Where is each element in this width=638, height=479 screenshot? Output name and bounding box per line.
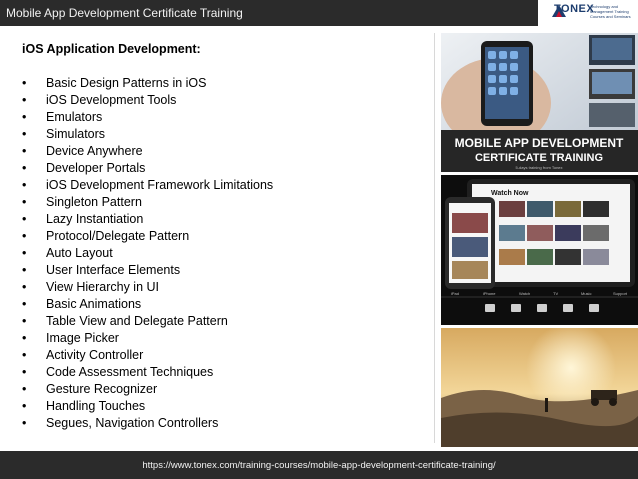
bullet-icon: • (22, 161, 27, 175)
bullet-icon: • (22, 382, 27, 396)
tv-tab-ipad: iPad (451, 291, 459, 296)
bullet-icon: • (22, 229, 27, 243)
topic-label: Basic Design Patterns in iOS (46, 76, 207, 90)
bullet-icon: • (22, 144, 27, 158)
bullet-icon: • (22, 212, 27, 226)
phone-photo: MOBILE APP DEVELOPMENT CERTIFICATE TRAIN… (441, 33, 638, 172)
bullet-icon: • (22, 263, 27, 277)
divider (434, 33, 435, 443)
tv-tab-watch: Watch (519, 291, 530, 296)
bullet-icon: • (22, 399, 27, 413)
banner-line-3: 5-days training from Tonex (515, 165, 562, 170)
bullet-icon: • (22, 331, 27, 345)
bullet-icon: • (22, 93, 27, 107)
tv-tab-iphone: iPhone (483, 291, 496, 296)
banner-line-2: CERTIFICATE TRAINING (475, 152, 603, 164)
image-collage: MOBILE APP DEVELOPMENT CERTIFICATE TRAIN… (441, 33, 638, 447)
bullet-icon: • (22, 127, 27, 141)
bullet-icon: • (22, 365, 27, 379)
logo-name: TONEX (554, 3, 595, 15)
topic-label: Image Picker (46, 331, 119, 345)
slide-title: Mobile App Development Certificate Train… (6, 6, 243, 20)
phone-photo-art: MOBILE APP DEVELOPMENT CERTIFICATE TRAIN… (441, 33, 638, 172)
topic-label: Activity Controller (46, 348, 144, 362)
desert-photo (441, 328, 638, 447)
bullet-icon: • (22, 416, 27, 430)
bullet-icon: • (22, 246, 27, 260)
topic-label: Code Assessment Techniques (46, 365, 214, 379)
topic-label: Basic Animations (46, 297, 142, 311)
banner-line-1: MOBILE APP DEVELOPMENT (455, 136, 624, 150)
tv-tab-music: Music (581, 291, 591, 296)
tonex-logo: TONEX Technology and Management Training… (538, 0, 638, 26)
topic-label: Handling Touches (46, 399, 146, 413)
topic-label: Device Anywhere (46, 144, 143, 158)
bullet-icon: • (22, 314, 27, 328)
topic-label: Emulators (46, 110, 103, 124)
topic-label: Table View and Delegate Pattern (46, 314, 228, 328)
topic-label: iOS Development Framework Limitations (46, 178, 274, 192)
topic-label: Protocol/Delegate Pattern (46, 229, 190, 243)
bullet-icon: • (22, 76, 27, 90)
footer-url[interactable]: https://www.tonex.com/training-courses/m… (0, 460, 638, 471)
bullet-icon: • (22, 178, 27, 192)
topic-label: Lazy Instantiation (46, 212, 144, 226)
topic-label: Developer Portals (46, 161, 146, 175)
bullet-icon: • (22, 280, 27, 294)
section-heading: iOS Application Development: (22, 42, 201, 56)
tv-app-title: Watch Now (491, 190, 529, 197)
top-bar: Mobile App Development Certificate Train… (0, 0, 638, 26)
tv-tab-support: Support (613, 291, 628, 296)
topic-label: Auto Layout (46, 246, 113, 260)
logo-tagline: Technology and Management Training Cours… (590, 4, 631, 19)
topic-label: User Interface Elements (46, 263, 181, 277)
tv-tab-tv: TV (553, 291, 558, 296)
bullet-icon: • (22, 297, 27, 311)
bottom-bar: https://www.tonex.com/training-courses/m… (0, 451, 638, 479)
topic-label: Simulators (46, 127, 106, 141)
topic-label: View Hierarchy in UI (46, 280, 160, 294)
desert-photo-art (441, 328, 638, 447)
tv-app-photo: Watch Now iPad iPhone Watch TV Music Sup… (441, 175, 638, 325)
bullet-icon: • (22, 110, 27, 124)
topic-label: Gesture Recognizer (46, 382, 158, 396)
bullet-icon: • (22, 348, 27, 362)
tv-app-art: Watch Now iPad iPhone Watch TV Music Sup… (441, 175, 638, 325)
topic-label: Singleton Pattern (46, 195, 142, 209)
bullet-icon: • (22, 195, 27, 209)
topic-label: Segues, Navigation Controllers (46, 416, 219, 430)
topic-label: iOS Development Tools (46, 93, 177, 107)
